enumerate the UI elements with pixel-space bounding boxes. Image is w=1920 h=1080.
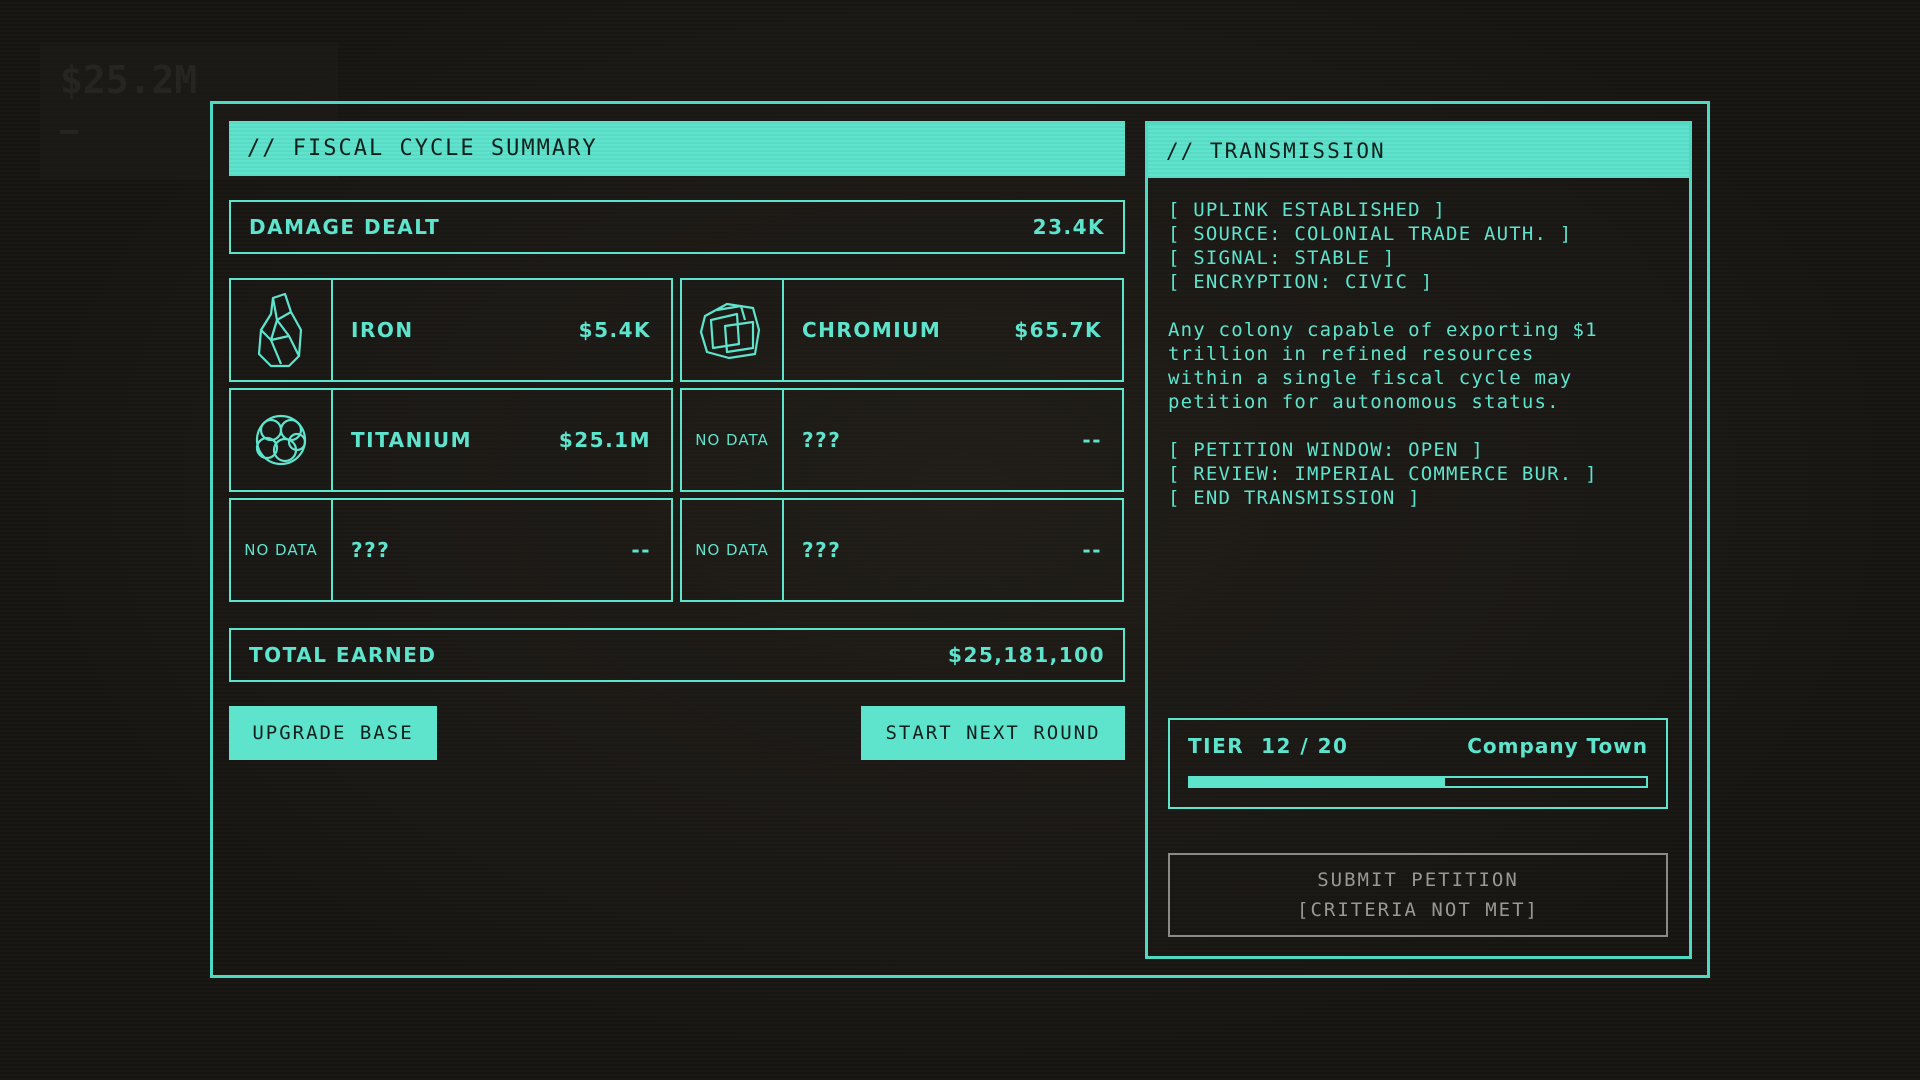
resource-cell-locked: NO DATA ??? -- — [680, 388, 1124, 492]
iron-ore-icon — [257, 292, 303, 368]
resource-cell-iron: IRON $5.4K — [229, 278, 673, 382]
total-value: $25,181,100 — [948, 643, 1105, 667]
resource-cell-locked: NO DATA ??? -- — [229, 498, 673, 602]
transmission-line: [ END TRANSMISSION ] — [1168, 487, 1421, 509]
summary-header: // FISCAL CYCLE SUMMARY — [229, 121, 1125, 176]
resource-name: ??? — [802, 538, 842, 562]
tier-progress-bar — [1188, 776, 1648, 788]
resource-cell-titanium: TITANIUM $25.1M — [229, 388, 673, 492]
submit-status: [CRITERIA NOT MET] — [1297, 899, 1539, 921]
message-line: Any colony capable of exporting $1 — [1168, 319, 1598, 341]
transmission-header: // TRANSMISSION — [1148, 124, 1689, 178]
resource-value: -- — [631, 538, 651, 562]
resource-icon-box — [682, 280, 784, 380]
damage-label: DAMAGE DEALT — [249, 215, 441, 239]
transmission-message: Any colony capable of exporting $1 trill… — [1168, 318, 1668, 414]
resource-name: ??? — [351, 538, 391, 562]
resource-name: CHROMIUM — [802, 318, 942, 342]
damage-row: DAMAGE DEALT 23.4K — [229, 200, 1125, 254]
start-next-round-button[interactable]: START NEXT ROUND — [861, 706, 1125, 760]
hud-money-value: $25.2M — [60, 58, 198, 102]
resource-value: $25.1M — [558, 428, 651, 452]
transmission-line: [ PETITION WINDOW: OPEN ] — [1168, 439, 1484, 461]
transmission-text: [ UPLINK ESTABLISHED ] [ SOURCE: COLONIA… — [1168, 198, 1668, 510]
hud-money-underline — [60, 130, 78, 134]
resource-name: ??? — [802, 428, 842, 452]
transmission-line: [ REVIEW: IMPERIAL COMMERCE BUR. ] — [1168, 463, 1598, 485]
message-line: petition for autonomous status. — [1168, 391, 1560, 413]
summary-title: // FISCAL CYCLE SUMMARY — [247, 136, 598, 161]
tier-label: TIER 12 / 20 — [1188, 734, 1349, 758]
resource-value: $65.7K — [1014, 318, 1102, 342]
no-data-label: NO DATA — [231, 500, 333, 600]
resource-icon-box — [231, 390, 333, 490]
transmission-line: [ SIGNAL: STABLE ] — [1168, 247, 1396, 269]
resource-value: -- — [1082, 428, 1102, 452]
tier-name: Company Town — [1467, 734, 1648, 758]
transmission-title: // TRANSMISSION — [1166, 139, 1386, 163]
resource-value: -- — [1082, 538, 1102, 562]
no-data-label: NO DATA — [682, 390, 784, 490]
message-line: trillion in refined resources — [1168, 343, 1535, 365]
message-line: within a single fiscal cycle may — [1168, 367, 1573, 389]
resource-value: $5.4K — [578, 318, 651, 342]
tier-progress-fill — [1190, 778, 1446, 786]
submit-label: SUBMIT PETITION — [1317, 869, 1519, 891]
resource-cell-locked: NO DATA ??? -- — [680, 498, 1124, 602]
upgrade-base-button[interactable]: UPGRADE BASE — [229, 706, 437, 760]
transmission-footer-lines: [ PETITION WINDOW: OPEN ] [ REVIEW: IMPE… — [1168, 438, 1668, 510]
titanium-ore-icon — [255, 414, 307, 466]
resource-name: TITANIUM — [351, 428, 472, 452]
total-earned-row: TOTAL EARNED $25,181,100 — [229, 628, 1125, 682]
transmission-header-lines: [ UPLINK ESTABLISHED ] [ SOURCE: COLONIA… — [1168, 198, 1668, 294]
transmission-line: [ UPLINK ESTABLISHED ] — [1168, 199, 1447, 221]
damage-value: 23.4K — [1032, 215, 1105, 239]
no-data-label: NO DATA — [682, 500, 784, 600]
transmission-line: [ ENCRYPTION: CIVIC ] — [1168, 271, 1434, 293]
resource-name: IRON — [351, 318, 414, 342]
chromium-ore-icon — [699, 302, 761, 360]
transmission-line: [ SOURCE: COLONIAL TRADE AUTH. ] — [1168, 223, 1573, 245]
tier-progress-box: TIER 12 / 20 Company Town — [1168, 718, 1668, 809]
total-label: TOTAL EARNED — [249, 643, 437, 667]
submit-petition-button[interactable]: SUBMIT PETITION [CRITERIA NOT MET] — [1168, 853, 1668, 937]
resource-cell-chromium: CHROMIUM $65.7K — [680, 278, 1124, 382]
resource-icon-box — [231, 280, 333, 380]
